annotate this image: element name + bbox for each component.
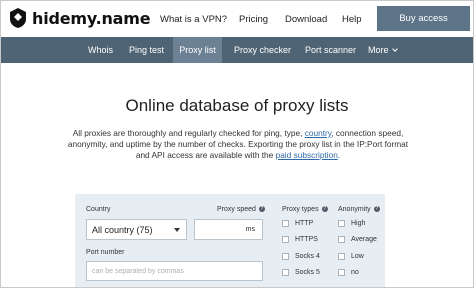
tab-port-scanner[interactable]: Port scanner <box>305 37 356 63</box>
type-http-checkbox[interactable]: HTTP <box>282 220 313 227</box>
tab-whois[interactable]: Whois <box>88 37 113 63</box>
anonymity-average-checkbox[interactable]: Average <box>338 236 377 243</box>
checkbox-icon <box>338 220 345 227</box>
description-text-3: . <box>337 150 341 160</box>
type-socks4-label: Socks 4 <box>295 253 320 260</box>
port-number-placeholder: can be separated by commas <box>92 267 184 275</box>
proxy-types-label-text: Proxy types <box>282 206 319 213</box>
checkbox-icon <box>338 269 345 276</box>
proxy-speed-label-text: Proxy speed <box>217 206 256 213</box>
checkbox-icon <box>282 220 289 227</box>
page: hidemy.name What is a VPN? Pricing Downl… <box>0 0 474 288</box>
proxy-types-label: Proxy types? <box>282 206 328 213</box>
type-socks5-label: Socks 5 <box>295 269 320 276</box>
type-http-label: HTTP <box>295 220 314 227</box>
tab-proxy-list[interactable]: Proxy list <box>173 37 222 63</box>
tab-ping-test[interactable]: Ping test <box>129 37 164 63</box>
tab-more[interactable]: More <box>368 37 398 63</box>
anonymity-low-checkbox[interactable]: Low <box>338 253 364 260</box>
logo[interactable]: hidemy.name <box>9 7 151 29</box>
info-icon[interactable]: ? <box>258 206 265 213</box>
tab-proxy-checker[interactable]: Proxy checker <box>234 37 291 63</box>
brand-name: hidemy.name <box>32 8 151 28</box>
nav-pricing[interactable]: Pricing <box>239 14 268 25</box>
top-header: hidemy.name What is a VPN? Pricing Downl… <box>1 1 473 37</box>
country-select-value: All country (75) <box>92 224 153 235</box>
checkbox-icon <box>338 253 345 260</box>
description-text-1: All proxies are thoroughly and regularly… <box>72 128 305 138</box>
checkbox-icon <box>282 236 289 243</box>
checkbox-icon <box>282 269 289 276</box>
anonymity-high-checkbox[interactable]: High <box>338 220 365 227</box>
paid-subscription-link[interactable]: paid subscription <box>276 150 338 160</box>
type-socks5-checkbox[interactable]: Socks 5 <box>282 269 320 276</box>
logo-icon <box>9 7 27 29</box>
checkbox-icon <box>338 236 345 243</box>
checkbox-icon <box>282 253 289 260</box>
port-number-label: Port number <box>86 249 125 256</box>
anonymity-label: Anonymity? <box>338 206 380 213</box>
proxy-speed-label: Proxy speed? <box>217 206 265 213</box>
buy-access-button[interactable]: Buy access <box>377 6 470 31</box>
nav-help[interactable]: Help <box>342 14 362 25</box>
page-title: Online database of proxy lists <box>125 96 349 115</box>
anonymity-average-label: Average <box>351 236 377 243</box>
country-label: Country <box>86 206 111 213</box>
anonymity-no-checkbox[interactable]: no <box>338 269 359 276</box>
nav-download[interactable]: Download <box>285 14 327 25</box>
dropdown-arrow-icon <box>174 228 180 232</box>
anonymity-low-label: Low <box>351 253 364 260</box>
speed-unit: ms <box>245 226 255 233</box>
proxy-speed-input[interactable]: ms <box>194 219 263 240</box>
type-https-checkbox[interactable]: HTTPS <box>282 236 318 243</box>
page-description: All proxies are thoroughly and regularly… <box>61 128 415 161</box>
port-number-input[interactable]: can be separated by commas <box>86 261 263 281</box>
tab-more-label: More <box>368 45 389 55</box>
type-socks4-checkbox[interactable]: Socks 4 <box>282 253 320 260</box>
info-icon[interactable]: ? <box>373 206 380 213</box>
anonymity-high-label: High <box>351 220 366 227</box>
type-https-label: HTTPS <box>295 236 318 243</box>
secondary-nav: Whois Ping test Proxy list Proxy checker… <box>1 37 473 63</box>
anonymity-label-text: Anonymity <box>338 206 371 213</box>
anonymity-no-label: no <box>351 269 359 276</box>
nav-what-is-vpn[interactable]: What is a VPN? <box>160 14 227 25</box>
chevron-down-icon <box>391 45 398 52</box>
info-icon[interactable]: ? <box>321 206 328 213</box>
country-select[interactable]: All country (75) <box>86 219 187 240</box>
country-link[interactable]: country <box>305 128 332 138</box>
